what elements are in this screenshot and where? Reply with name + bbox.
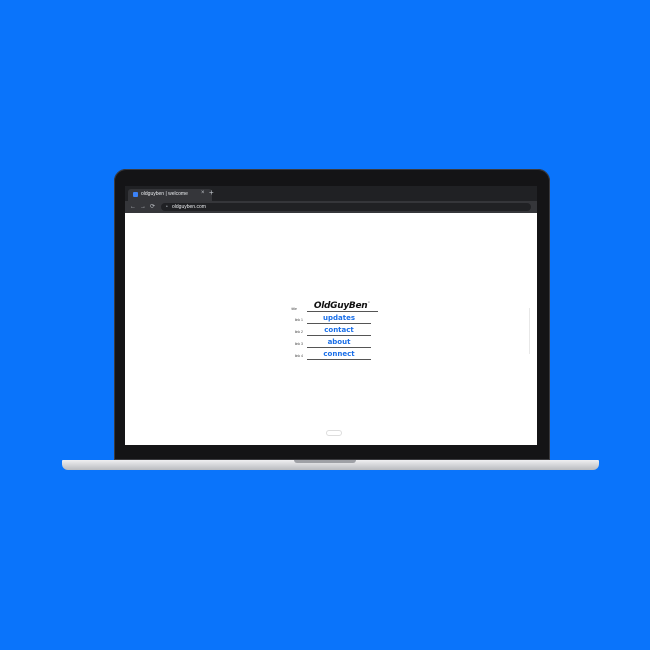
logo-text: OldGuyBen	[313, 301, 368, 311]
favicon-icon	[133, 192, 138, 197]
browser-window: oldguyben | welcome × + ← → ⟳ • oldguybe…	[125, 186, 537, 445]
address-bar[interactable]: • oldguyben.com	[161, 203, 531, 211]
scroll-indicator	[529, 308, 530, 354]
forward-icon[interactable]: →	[140, 202, 146, 212]
link-4-label: link 4	[294, 354, 303, 358]
title-rule	[307, 311, 378, 312]
logo-mark: ™	[367, 301, 371, 305]
link-4-wrap: connect	[307, 350, 371, 358]
link-2-wrap: contact	[307, 326, 371, 334]
reload-icon[interactable]: ⟳	[150, 202, 155, 212]
browser-toolbar: ← → ⟳ • oldguyben.com	[125, 201, 537, 213]
link-1-label: link 1	[294, 318, 303, 322]
web-page: title OldGuyBen™ link 1 updates link 2 c…	[125, 213, 537, 445]
link-4-rule	[307, 359, 371, 360]
new-tab-button[interactable]: +	[209, 188, 214, 198]
link-1-wrap: updates	[307, 314, 371, 322]
lock-icon: •	[166, 204, 168, 210]
link-3-label: link 3	[294, 342, 303, 346]
footer-logo-icon	[326, 430, 342, 436]
updates-link[interactable]: updates	[307, 314, 371, 322]
close-tab-icon[interactable]: ×	[201, 190, 205, 196]
url-text: oldguyben.com	[172, 204, 206, 210]
about-link[interactable]: about	[307, 338, 371, 346]
connect-link[interactable]: connect	[307, 350, 371, 358]
title-label: title	[291, 307, 297, 311]
contact-link[interactable]: contact	[307, 326, 371, 334]
site-logo[interactable]: OldGuyBen™	[311, 301, 373, 311]
link-3-wrap: about	[307, 338, 371, 346]
link-2-rule	[307, 335, 371, 336]
link-1-rule	[307, 323, 371, 324]
browser-tab[interactable]: oldguyben | welcome ×	[128, 189, 212, 201]
tab-bar: oldguyben | welcome × +	[125, 186, 537, 201]
link-3-rule	[307, 347, 371, 348]
back-icon[interactable]: ←	[130, 202, 136, 212]
tab-title: oldguyben | welcome	[141, 191, 188, 197]
link-2-label: link 2	[294, 330, 303, 334]
laptop-notch	[294, 460, 356, 463]
